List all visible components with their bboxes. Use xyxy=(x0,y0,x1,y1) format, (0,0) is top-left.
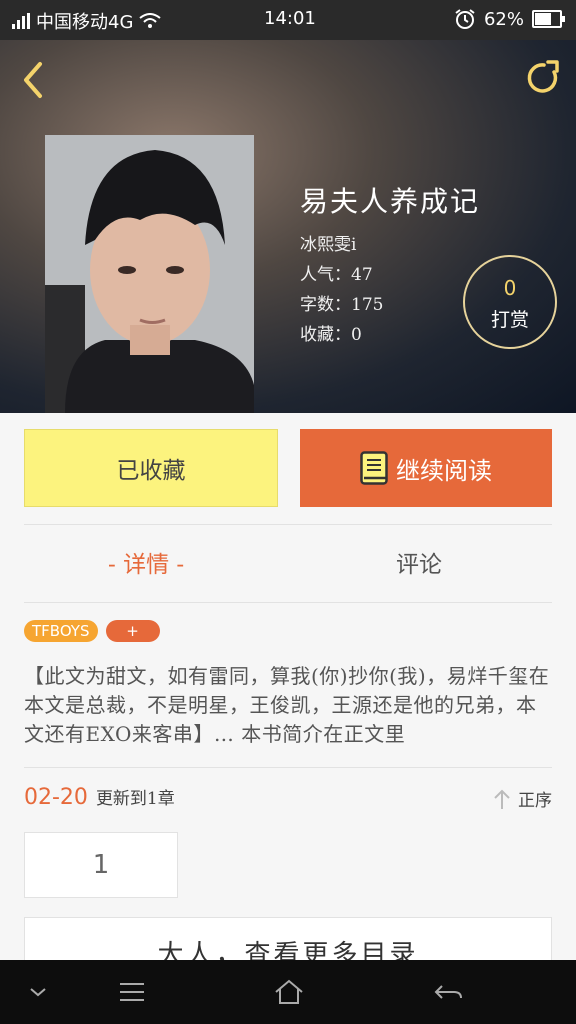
battery-icon xyxy=(532,10,565,28)
book-description[interactable]: 【此文为甜文，如有雷同，算我(你)抄你(我)，易烊千玺在本文是总裁，不是明星，王… xyxy=(24,662,552,749)
update-text: 更新到1章 xyxy=(95,789,175,809)
book-word-count: 字数：175 xyxy=(300,295,384,315)
carrier-label: 中国移动4G xyxy=(36,12,134,33)
tag-list: TFBOYS + xyxy=(24,620,160,642)
chapter-page-button[interactable]: 1 xyxy=(24,832,178,898)
favorited-button[interactable]: 已收藏 xyxy=(24,429,278,507)
book-popularity: 人气：47 xyxy=(300,265,373,285)
divider xyxy=(24,767,552,768)
home-icon[interactable] xyxy=(269,976,309,1008)
continue-reading-label: 继续阅读 xyxy=(396,456,492,485)
refresh-icon[interactable] xyxy=(524,58,564,98)
sort-order-button[interactable]: 正序 xyxy=(492,786,552,811)
reward-count: 0 xyxy=(503,276,517,300)
signal-icon xyxy=(12,13,30,29)
cover-portrait xyxy=(45,135,254,413)
system-nav-bar xyxy=(0,960,576,1024)
add-tag-button[interactable]: + xyxy=(105,620,160,642)
back-nav-icon[interactable] xyxy=(428,976,468,1008)
tab-comment[interactable]: 评论 xyxy=(396,545,442,579)
sort-order-label: 正序 xyxy=(518,791,552,811)
tab-detail[interactable]: - 详情 - xyxy=(108,545,184,579)
chevron-down-icon[interactable] xyxy=(18,976,58,1008)
book-header: 易夫人养成记 冰熙雯i 人气：47 字数：175 收藏：0 0 打赏 xyxy=(0,40,576,413)
continue-reading-button[interactable]: 继续阅读 xyxy=(300,429,552,507)
book-favorites: 收藏：0 xyxy=(300,325,362,345)
status-bar: 中国移动4G 14:01 62% xyxy=(0,0,576,40)
divider xyxy=(24,602,552,603)
book-title: 易夫人养成记 xyxy=(300,185,481,218)
wifi-icon xyxy=(139,13,162,28)
back-icon[interactable] xyxy=(18,60,48,100)
reward-button[interactable]: 0 打赏 xyxy=(463,255,557,349)
reward-label: 打赏 xyxy=(490,309,529,331)
favorited-label: 已收藏 xyxy=(116,458,186,484)
update-info: 02-20 更新到1章 xyxy=(24,784,175,810)
chapter-page-number: 1 xyxy=(92,850,110,880)
tag-item[interactable]: TFBOYS xyxy=(24,620,98,642)
menu-icon[interactable] xyxy=(112,976,152,1008)
book-author[interactable]: 冰熙雯i xyxy=(300,230,480,260)
update-date: 02-20 xyxy=(24,785,88,810)
clock: 14:01 xyxy=(264,8,316,29)
book-icon xyxy=(360,451,388,485)
book-info: 易夫人养成记 冰熙雯i 人气：47 字数：175 收藏：0 xyxy=(300,180,480,350)
battery-percent: 62% xyxy=(483,8,524,30)
book-cover[interactable] xyxy=(45,135,254,413)
arrow-up-icon xyxy=(494,789,510,809)
divider xyxy=(24,524,552,525)
alarm-icon xyxy=(455,9,475,29)
